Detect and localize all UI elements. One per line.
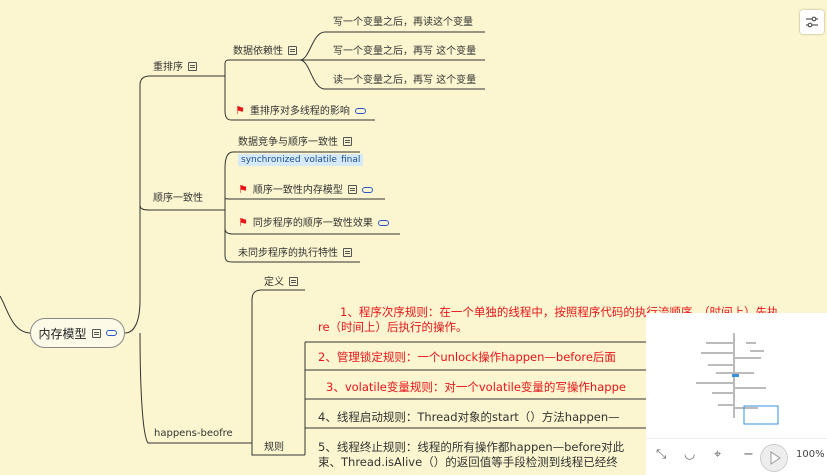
rule-5-line-2[interactable]: 束、Thread.isAlive（）的返回值等手段检测到线程已经终 xyxy=(318,455,618,469)
node-reorder[interactable]: 重排序 xyxy=(153,61,197,75)
node-definition[interactable]: 定义 xyxy=(264,276,298,290)
leaf-write-write[interactable]: 写一个变量之后，再写 这个变量 xyxy=(333,45,476,59)
link-icon[interactable] xyxy=(377,220,389,226)
node-unsync-traits[interactable]: 未同步程序的执行特性 xyxy=(238,247,352,261)
node-rules-label: 规则 xyxy=(264,442,284,453)
note-icon[interactable] xyxy=(288,46,297,55)
node-consistency-label: 顺序一致性 xyxy=(153,193,203,204)
leaf-write-read[interactable]: 写一个变量之后，再读这个变量 xyxy=(333,16,473,30)
play-icon xyxy=(770,451,781,465)
flag-icon: ⚑ xyxy=(235,104,245,117)
flag-icon: ⚑ xyxy=(238,216,248,229)
node-sync-effect-label: 同步程序的顺序一致性效果 xyxy=(252,218,373,229)
minus-icon[interactable]: − xyxy=(743,447,754,462)
node-consistency[interactable]: 顺序一致性 xyxy=(153,192,203,206)
sliders-icon xyxy=(806,16,818,28)
node-data-race-label: 数据竞争与顺序一致性 xyxy=(238,137,338,148)
node-sync-effect[interactable]: ⚑ 同步程序的顺序一致性效果 xyxy=(238,216,389,231)
tag-synchronized[interactable]: synchronized xyxy=(238,154,304,166)
rule-5-line-1[interactable]: 5、线程终止规则：线程的所有操作都happen—before对此 xyxy=(318,440,624,454)
node-seq-memory-model[interactable]: ⚑ 顺序一致性内存模型 xyxy=(238,183,373,198)
link-icon[interactable] xyxy=(354,108,366,114)
node-reorder-effect-label: 重排序对多线程的影响 xyxy=(249,106,350,117)
node-rules[interactable]: 规则 xyxy=(264,441,284,455)
leaf-read-write[interactable]: 读一个变量之后，再写 这个变量 xyxy=(333,74,476,88)
node-data-dependency-label: 数据依赖性 xyxy=(233,46,283,57)
node-data-dependency[interactable]: 数据依赖性 xyxy=(233,45,297,59)
tag-final[interactable]: final xyxy=(338,154,364,166)
link-icon[interactable] xyxy=(105,330,117,336)
note-icon[interactable] xyxy=(343,248,352,257)
node-reorder-effect[interactable]: ⚑ 重排序对多线程的影响 xyxy=(235,104,366,119)
root-node[interactable]: 内存模型 xyxy=(30,318,125,348)
root-label: 内存模型 xyxy=(38,326,87,341)
rule-1-line-2[interactable]: re（时间上）后执行的操作。 xyxy=(318,320,468,334)
node-definition-label: 定义 xyxy=(264,277,284,288)
node-happens-before[interactable]: happens-beofre xyxy=(154,427,233,441)
location-pin-icon[interactable]: ⌖ xyxy=(714,447,721,462)
tag-volatile[interactable]: volatile xyxy=(301,154,340,166)
zoom-level: 100% xyxy=(796,449,825,460)
play-button[interactable] xyxy=(760,444,788,472)
flag-icon: ⚑ xyxy=(238,183,248,196)
note-icon[interactable] xyxy=(347,185,357,194)
node-data-race[interactable]: 数据竞争与顺序一致性 xyxy=(238,136,352,150)
rule-4[interactable]: 4、线程启动规则：Thread对象的start（）方法happen— xyxy=(318,410,620,424)
minimap-preview xyxy=(696,333,779,425)
link-icon[interactable] xyxy=(361,187,373,193)
node-happens-before-label: happens-beofre xyxy=(154,428,233,439)
expand-arrows-icon[interactable]: ⤡ xyxy=(656,447,666,462)
rule-2[interactable]: 2、管理锁定规则：一个unlock操作happen—before后面 xyxy=(318,350,616,364)
view-controls: ⤡ ◡ ⌖ − + 100% xyxy=(646,438,827,475)
node-seq-memory-model-label: 顺序一致性内存模型 xyxy=(252,185,343,196)
note-icon[interactable] xyxy=(188,62,197,71)
rule-3[interactable]: 3、volatile变量规则：对一个volatile变量的写操作happe xyxy=(326,380,626,394)
node-reorder-label: 重排序 xyxy=(153,62,183,73)
node-unsync-traits-label: 未同步程序的执行特性 xyxy=(238,248,338,259)
note-icon[interactable] xyxy=(289,277,298,286)
settings-button[interactable] xyxy=(800,10,824,34)
note-icon[interactable] xyxy=(91,328,101,338)
eye-closed-icon[interactable]: ◡ xyxy=(684,447,695,462)
note-icon[interactable] xyxy=(343,137,352,146)
